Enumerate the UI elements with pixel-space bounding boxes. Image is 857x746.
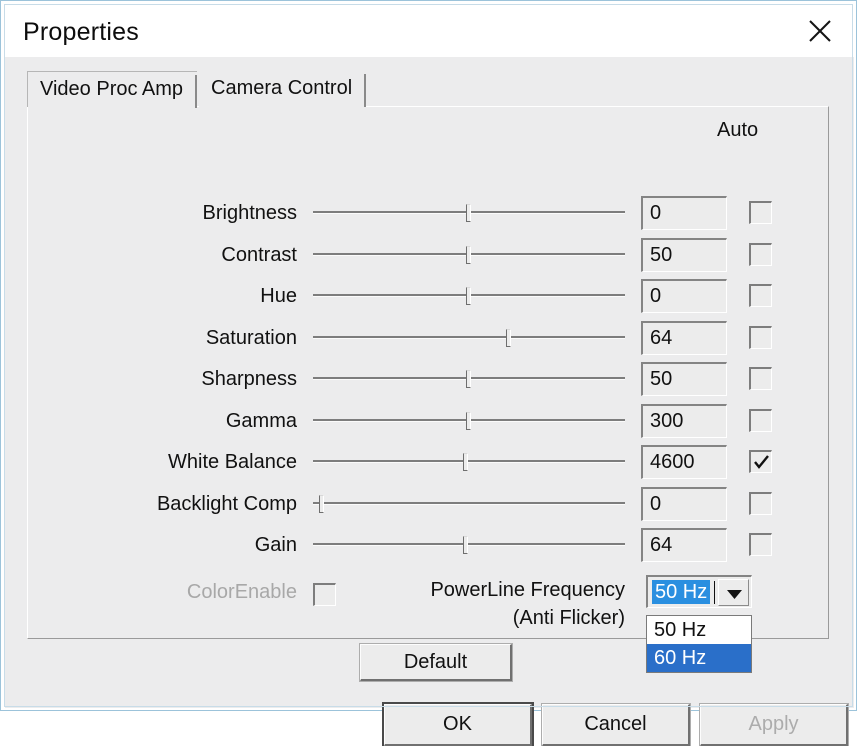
value-field-gamma[interactable]: 300 bbox=[641, 403, 727, 438]
slider-track-saturation bbox=[313, 335, 625, 339]
value-field-brightness[interactable]: 0 bbox=[641, 196, 727, 230]
slider-white-balance[interactable] bbox=[313, 447, 625, 477]
value-field-saturation[interactable]: 64 bbox=[641, 320, 727, 355]
slider-gamma[interactable] bbox=[313, 406, 625, 436]
control-row-contrast: Contrast 50 bbox=[5, 237, 854, 281]
slider-thumb-gamma[interactable] bbox=[466, 411, 471, 430]
slider-contrast[interactable] bbox=[313, 240, 625, 270]
combobox-dropdown-button[interactable] bbox=[718, 579, 749, 606]
auto-column-header: Auto bbox=[717, 119, 759, 141]
control-label-hue: Hue bbox=[260, 285, 297, 307]
auto-checkbox-contrast[interactable] bbox=[749, 242, 772, 266]
auto-checkbox-gain[interactable] bbox=[749, 533, 772, 556]
cancel-button[interactable]: Cancel bbox=[541, 703, 691, 746]
slider-track-backlight-comp bbox=[313, 501, 625, 505]
value-field-gain[interactable]: 64 bbox=[641, 528, 727, 562]
powerline-frequency-label-line1: PowerLine Frequency bbox=[430, 579, 625, 601]
powerline-frequency-combobox[interactable]: 50 Hz bbox=[646, 575, 752, 608]
slider-thumb-hue[interactable] bbox=[466, 287, 471, 305]
control-label-backlight-comp: Backlight Comp bbox=[156, 492, 297, 515]
title-bar: Properties bbox=[5, 5, 854, 57]
control-label-white-balance: White Balance bbox=[168, 451, 297, 473]
slider-thumb-sharpness[interactable] bbox=[466, 370, 471, 388]
tab-camera-control-label: Camera Control bbox=[211, 77, 353, 99]
control-row-hue: Hue 0 bbox=[5, 279, 854, 322]
powerline-frequency-label: PowerLine Frequency (Anti Flicker) bbox=[365, 576, 625, 632]
apply-button: Apply bbox=[699, 703, 849, 746]
dialog-client-area: Video Proc Amp Camera Control Auto Brigh… bbox=[5, 57, 854, 746]
slider-thumb-white-balance[interactable] bbox=[463, 453, 468, 471]
slider-sharpness[interactable] bbox=[313, 364, 625, 394]
value-field-contrast[interactable]: 50 bbox=[641, 237, 727, 272]
auto-checkbox-gamma[interactable] bbox=[749, 408, 772, 432]
ok-button[interactable]: OK bbox=[382, 702, 534, 746]
tab-video-proc-amp-label: Video Proc Amp bbox=[40, 78, 184, 100]
control-label-contrast: Contrast bbox=[221, 243, 297, 266]
auto-checkbox-sharpness[interactable] bbox=[749, 367, 772, 390]
control-label-gamma: Gamma bbox=[225, 409, 297, 432]
powerline-frequency-dropdown-list[interactable]: 50 Hz 60 Hz bbox=[646, 615, 752, 673]
tab-strip: Video Proc Amp Camera Control bbox=[27, 71, 827, 108]
slider-saturation[interactable] bbox=[313, 323, 625, 353]
control-label-gain: Gain bbox=[254, 534, 297, 556]
window-title: Properties bbox=[23, 18, 139, 46]
auto-checkbox-saturation[interactable] bbox=[749, 325, 772, 349]
control-row-gamma: Gamma 300 bbox=[5, 403, 854, 447]
control-row-brightness: Brightness 0 bbox=[5, 196, 854, 239]
value-field-sharpness[interactable]: 50 bbox=[641, 362, 727, 396]
control-label-sharpness: Sharpness bbox=[201, 368, 297, 390]
control-label-saturation: Saturation bbox=[205, 326, 297, 349]
auto-checkbox-brightness[interactable] bbox=[749, 201, 772, 224]
value-field-backlight-comp[interactable]: 0 bbox=[641, 486, 727, 521]
slider-thumb-brightness[interactable] bbox=[466, 204, 471, 222]
auto-checkbox-white-balance[interactable] bbox=[749, 450, 772, 473]
control-row-saturation: Saturation 64 bbox=[5, 320, 854, 364]
colorenable-label: ColorEnable bbox=[186, 581, 297, 603]
slider-thumb-backlight-comp[interactable] bbox=[319, 494, 324, 513]
dropdown-option-50-hz[interactable]: 50 Hz bbox=[647, 616, 751, 644]
slider-thumb-saturation[interactable] bbox=[506, 328, 511, 347]
dropdown-option-60-hz[interactable]: 60 Hz bbox=[647, 644, 751, 672]
default-button[interactable]: Default bbox=[359, 643, 513, 682]
powerline-frequency-label-line2: (Anti Flicker) bbox=[512, 607, 625, 629]
properties-dialog-window: Properties Video Proc Amp Camera Control… bbox=[0, 0, 857, 746]
tab-video-proc-amp[interactable]: Video Proc Amp bbox=[27, 71, 198, 108]
value-field-white-balance[interactable]: 4600 bbox=[641, 445, 727, 479]
slider-track-white-balance bbox=[313, 460, 625, 463]
tab-camera-control[interactable]: Camera Control bbox=[199, 71, 367, 107]
slider-brightness[interactable] bbox=[313, 198, 625, 228]
colorenable-checkbox bbox=[313, 583, 336, 606]
slider-thumb-gain[interactable] bbox=[463, 536, 468, 554]
close-button[interactable] bbox=[796, 9, 844, 51]
control-row-gain: Gain 64 bbox=[5, 528, 854, 571]
control-row-sharpness: Sharpness 50 bbox=[5, 362, 854, 405]
auto-checkbox-hue[interactable] bbox=[749, 284, 772, 307]
slider-thumb-contrast[interactable] bbox=[466, 245, 471, 264]
value-field-hue[interactable]: 0 bbox=[641, 279, 727, 313]
control-row-white-balance: White Balance 4600 bbox=[5, 445, 854, 488]
text-cursor bbox=[714, 581, 715, 604]
powerline-frequency-selected-value: 50 Hz bbox=[652, 580, 711, 604]
slider-track-gain bbox=[313, 543, 625, 546]
control-row-backlight-comp: Backlight Comp 0 bbox=[5, 486, 854, 530]
slider-hue[interactable] bbox=[313, 281, 625, 311]
auto-checkbox-backlight-comp[interactable] bbox=[749, 491, 772, 515]
slider-gain[interactable] bbox=[313, 530, 625, 560]
slider-backlight-comp[interactable] bbox=[313, 489, 625, 519]
control-label-brightness: Brightness bbox=[202, 202, 298, 224]
